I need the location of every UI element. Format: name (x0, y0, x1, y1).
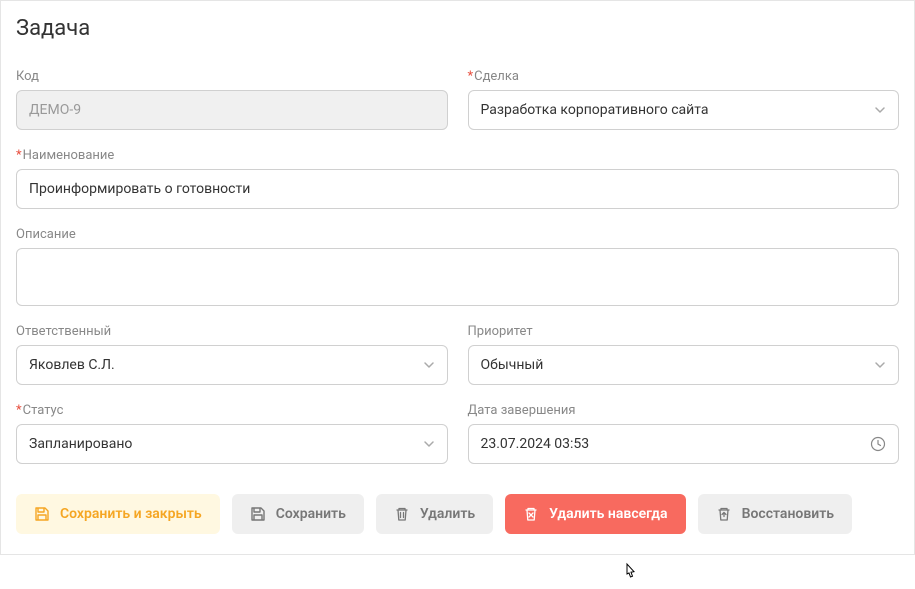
textarea-description[interactable] (16, 248, 899, 306)
select-responsible[interactable]: Яковлев С.Л. (16, 345, 448, 385)
label-deal: Сделка (468, 69, 900, 84)
save-close-button[interactable]: Сохранить и закрыть (16, 494, 220, 534)
input-completion-date[interactable]: 23.07.2024 03:53 (468, 424, 900, 464)
label-status: Статус (16, 403, 448, 418)
cursor-pointer-icon (621, 562, 639, 584)
select-priority[interactable]: Обычный (468, 345, 900, 385)
input-code: ДЕМО-9 (16, 90, 448, 130)
save-label: Сохранить (276, 506, 346, 522)
clock-icon (870, 436, 886, 452)
trash-forever-icon (523, 506, 539, 522)
label-code: Код (16, 69, 448, 84)
page-title: Задача (16, 16, 899, 41)
label-description: Описание (16, 227, 899, 242)
chevron-down-icon (423, 359, 435, 371)
field-status: Статус Запланировано (16, 403, 448, 464)
select-priority-value: Обычный (481, 357, 875, 373)
field-completion-date: Дата завершения 23.07.2024 03:53 (468, 403, 900, 464)
label-name: Наименование (16, 148, 899, 163)
input-code-value: ДЕМО-9 (29, 102, 435, 118)
save-button[interactable]: Сохранить (232, 494, 364, 534)
button-row: Сохранить и закрыть Сохранить Удалить Уд… (16, 494, 899, 534)
label-priority: Приоритет (468, 324, 900, 339)
input-name[interactable]: Проинформировать о готовности (16, 169, 899, 209)
select-status[interactable]: Запланировано (16, 424, 448, 464)
delete-button[interactable]: Удалить (376, 494, 493, 534)
delete-forever-label: Удалить навсегда (549, 506, 667, 522)
select-responsible-value: Яковлев С.Л. (29, 357, 423, 373)
select-deal-value: Разработка корпоративного сайта (481, 102, 875, 118)
field-code: Код ДЕМО-9 (16, 69, 448, 130)
select-deal[interactable]: Разработка корпоративного сайта (468, 90, 900, 130)
save-icon (250, 506, 266, 522)
delete-label: Удалить (420, 506, 475, 522)
label-completion-date: Дата завершения (468, 403, 900, 418)
select-status-value: Запланировано (29, 436, 423, 452)
field-name: Наименование Проинформировать о готовнос… (16, 148, 899, 209)
restore-label: Восстановить (742, 506, 834, 522)
field-deal: Сделка Разработка корпоративного сайта (468, 69, 900, 130)
chevron-down-icon (423, 438, 435, 450)
restore-button[interactable]: Восстановить (698, 494, 852, 534)
restore-icon (716, 506, 732, 522)
save-icon (34, 506, 50, 522)
field-description: Описание (16, 227, 899, 306)
delete-forever-button[interactable]: Удалить навсегда (505, 494, 685, 534)
input-completion-date-value: 23.07.2024 03:53 (481, 436, 871, 452)
chevron-down-icon (874, 359, 886, 371)
chevron-down-icon (874, 104, 886, 116)
field-priority: Приоритет Обычный (468, 324, 900, 385)
field-responsible: Ответственный Яковлев С.Л. (16, 324, 448, 385)
input-name-value: Проинформировать о готовности (29, 181, 886, 197)
trash-icon (394, 506, 410, 522)
label-responsible: Ответственный (16, 324, 448, 339)
save-close-label: Сохранить и закрыть (60, 506, 202, 522)
